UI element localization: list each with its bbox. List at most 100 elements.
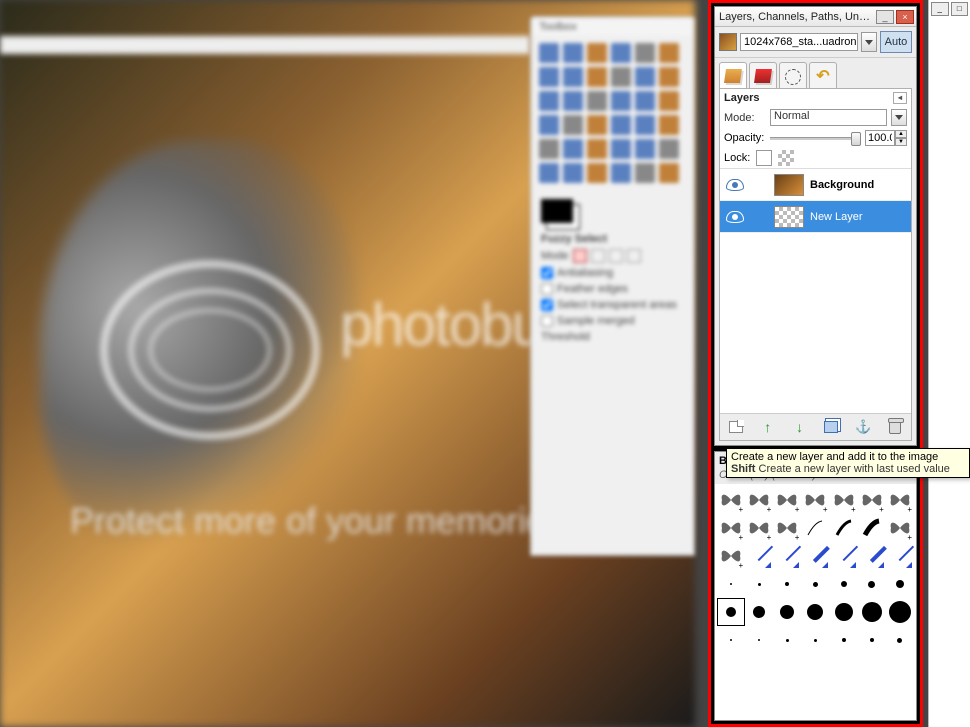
sample-merged-checkbox[interactable] bbox=[541, 315, 553, 327]
mode-row[interactable]: Mode bbox=[533, 247, 692, 265]
brush-item[interactable] bbox=[830, 486, 858, 514]
brush-item[interactable] bbox=[717, 626, 745, 654]
brush-item[interactable] bbox=[801, 514, 829, 542]
anchor-layer-button[interactable]: ⚓ bbox=[853, 418, 873, 436]
brush-item[interactable] bbox=[773, 486, 801, 514]
brush-item[interactable] bbox=[745, 626, 773, 654]
brush-item[interactable] bbox=[773, 542, 801, 570]
brush-item[interactable] bbox=[886, 598, 914, 626]
opacity-spin-down[interactable]: ▼ bbox=[895, 138, 907, 146]
brush-item[interactable] bbox=[717, 514, 745, 542]
lock-alpha-toggle[interactable] bbox=[778, 150, 794, 166]
brush-item[interactable] bbox=[886, 486, 914, 514]
tool-grid[interactable] bbox=[533, 35, 692, 191]
brush-item[interactable] bbox=[801, 598, 829, 626]
brush-item[interactable] bbox=[801, 486, 829, 514]
mode-label: Mode: bbox=[724, 112, 766, 124]
brush-item[interactable] bbox=[801, 626, 829, 654]
visibility-toggle-icon[interactable] bbox=[726, 179, 744, 191]
brush-item[interactable] bbox=[830, 514, 858, 542]
brush-item[interactable] bbox=[858, 570, 886, 598]
brush-item[interactable] bbox=[858, 626, 886, 654]
antialias-label: Antialiasing bbox=[557, 267, 613, 279]
mode-select[interactable]: Normal bbox=[770, 109, 887, 126]
tab-undo[interactable]: ↶ bbox=[809, 62, 837, 88]
duplicate-layer-button[interactable] bbox=[821, 418, 841, 436]
raise-layer-button[interactable]: ↑ bbox=[758, 418, 778, 436]
layers-panel: Layers ◂ Mode: Normal Opacity: ▲▼ Lock: bbox=[719, 88, 912, 441]
brush-item[interactable] bbox=[858, 486, 886, 514]
brush-item[interactable] bbox=[886, 542, 914, 570]
tab-layers[interactable] bbox=[719, 62, 747, 88]
background-window: _□ bbox=[928, 0, 970, 727]
layer-row[interactable]: Background bbox=[720, 169, 911, 201]
brush-item[interactable] bbox=[745, 542, 773, 570]
layer-name[interactable]: New Layer bbox=[810, 211, 863, 223]
brush-item[interactable] bbox=[717, 486, 745, 514]
slider-thumb[interactable] bbox=[851, 132, 861, 146]
brush-item[interactable] bbox=[773, 514, 801, 542]
ruler-horizontal bbox=[0, 36, 530, 54]
bg-max-button[interactable]: □ bbox=[951, 2, 969, 16]
tab-channels[interactable] bbox=[749, 62, 777, 88]
select-transparent-checkbox[interactable] bbox=[541, 299, 553, 311]
brush-item[interactable] bbox=[745, 486, 773, 514]
new-layer-icon bbox=[729, 421, 743, 433]
fg-bg-color-swatch[interactable] bbox=[541, 199, 573, 223]
brush-item[interactable] bbox=[745, 598, 773, 626]
layers-dock: Layers, Channels, Paths, Undo - B... _ ×… bbox=[714, 6, 917, 446]
panel-menu-button[interactable]: ◂ bbox=[893, 92, 907, 104]
brush-grid[interactable] bbox=[715, 484, 916, 720]
opacity-input[interactable] bbox=[865, 130, 895, 146]
mode-dropdown-button[interactable] bbox=[891, 109, 907, 126]
sample-merged-label: Sample merged bbox=[557, 315, 635, 327]
brush-item[interactable] bbox=[773, 570, 801, 598]
bg-min-button[interactable]: _ bbox=[931, 2, 949, 16]
tab-paths[interactable] bbox=[779, 62, 807, 88]
close-button[interactable]: × bbox=[896, 10, 914, 24]
brush-item[interactable] bbox=[830, 542, 858, 570]
lower-layer-button[interactable]: ↓ bbox=[790, 418, 810, 436]
brush-item[interactable] bbox=[745, 570, 773, 598]
brush-item[interactable] bbox=[717, 542, 745, 570]
auto-button[interactable]: Auto bbox=[880, 31, 912, 53]
delete-layer-button[interactable] bbox=[885, 418, 905, 436]
brush-item[interactable] bbox=[858, 542, 886, 570]
brush-item[interactable] bbox=[886, 514, 914, 542]
brush-item[interactable] bbox=[830, 598, 858, 626]
brush-item[interactable] bbox=[886, 570, 914, 598]
brush-item[interactable] bbox=[858, 598, 886, 626]
minimize-button[interactable]: _ bbox=[876, 10, 894, 24]
layer-name[interactable]: Background bbox=[810, 179, 874, 191]
brush-item[interactable] bbox=[801, 542, 829, 570]
brush-item[interactable] bbox=[801, 570, 829, 598]
layer-list[interactable]: Background New Layer bbox=[720, 169, 911, 413]
layer-thumbnail[interactable] bbox=[774, 206, 804, 228]
brush-item[interactable] bbox=[886, 626, 914, 654]
opacity-slider[interactable] bbox=[770, 130, 861, 146]
toolbox-panel: Toolbox Fuzzy Select Mode Antialiasing F… bbox=[530, 16, 695, 556]
feather-checkbox[interactable] bbox=[541, 283, 553, 295]
opacity-spin-up[interactable]: ▲ bbox=[895, 130, 907, 138]
brush-item[interactable] bbox=[830, 570, 858, 598]
brush-item[interactable] bbox=[830, 626, 858, 654]
antialias-checkbox[interactable] bbox=[541, 267, 553, 279]
brush-item[interactable] bbox=[717, 570, 745, 598]
dock-titlebar[interactable]: Layers, Channels, Paths, Undo - B... _ × bbox=[715, 7, 916, 27]
image-dropdown-button[interactable] bbox=[861, 32, 877, 52]
brush-item[interactable] bbox=[773, 598, 801, 626]
toolbox-title: Toolbox bbox=[533, 19, 692, 35]
lock-pixels-toggle[interactable] bbox=[756, 150, 772, 166]
watermark-logo bbox=[100, 260, 320, 440]
chevron-down-icon bbox=[895, 115, 903, 120]
brush-item[interactable] bbox=[773, 626, 801, 654]
image-selector[interactable]: 1024x768_sta...uadron.jpg-3 Auto bbox=[715, 27, 916, 58]
layer-row[interactable]: New Layer bbox=[720, 201, 911, 233]
layer-thumbnail[interactable] bbox=[774, 174, 804, 196]
visibility-toggle-icon[interactable] bbox=[726, 211, 744, 223]
image-name-field[interactable]: 1024x768_sta...uadron.jpg-3 bbox=[740, 33, 858, 51]
brush-item[interactable] bbox=[745, 514, 773, 542]
brush-item[interactable] bbox=[858, 514, 886, 542]
new-layer-button[interactable] bbox=[726, 418, 746, 436]
brush-item[interactable] bbox=[717, 598, 745, 626]
